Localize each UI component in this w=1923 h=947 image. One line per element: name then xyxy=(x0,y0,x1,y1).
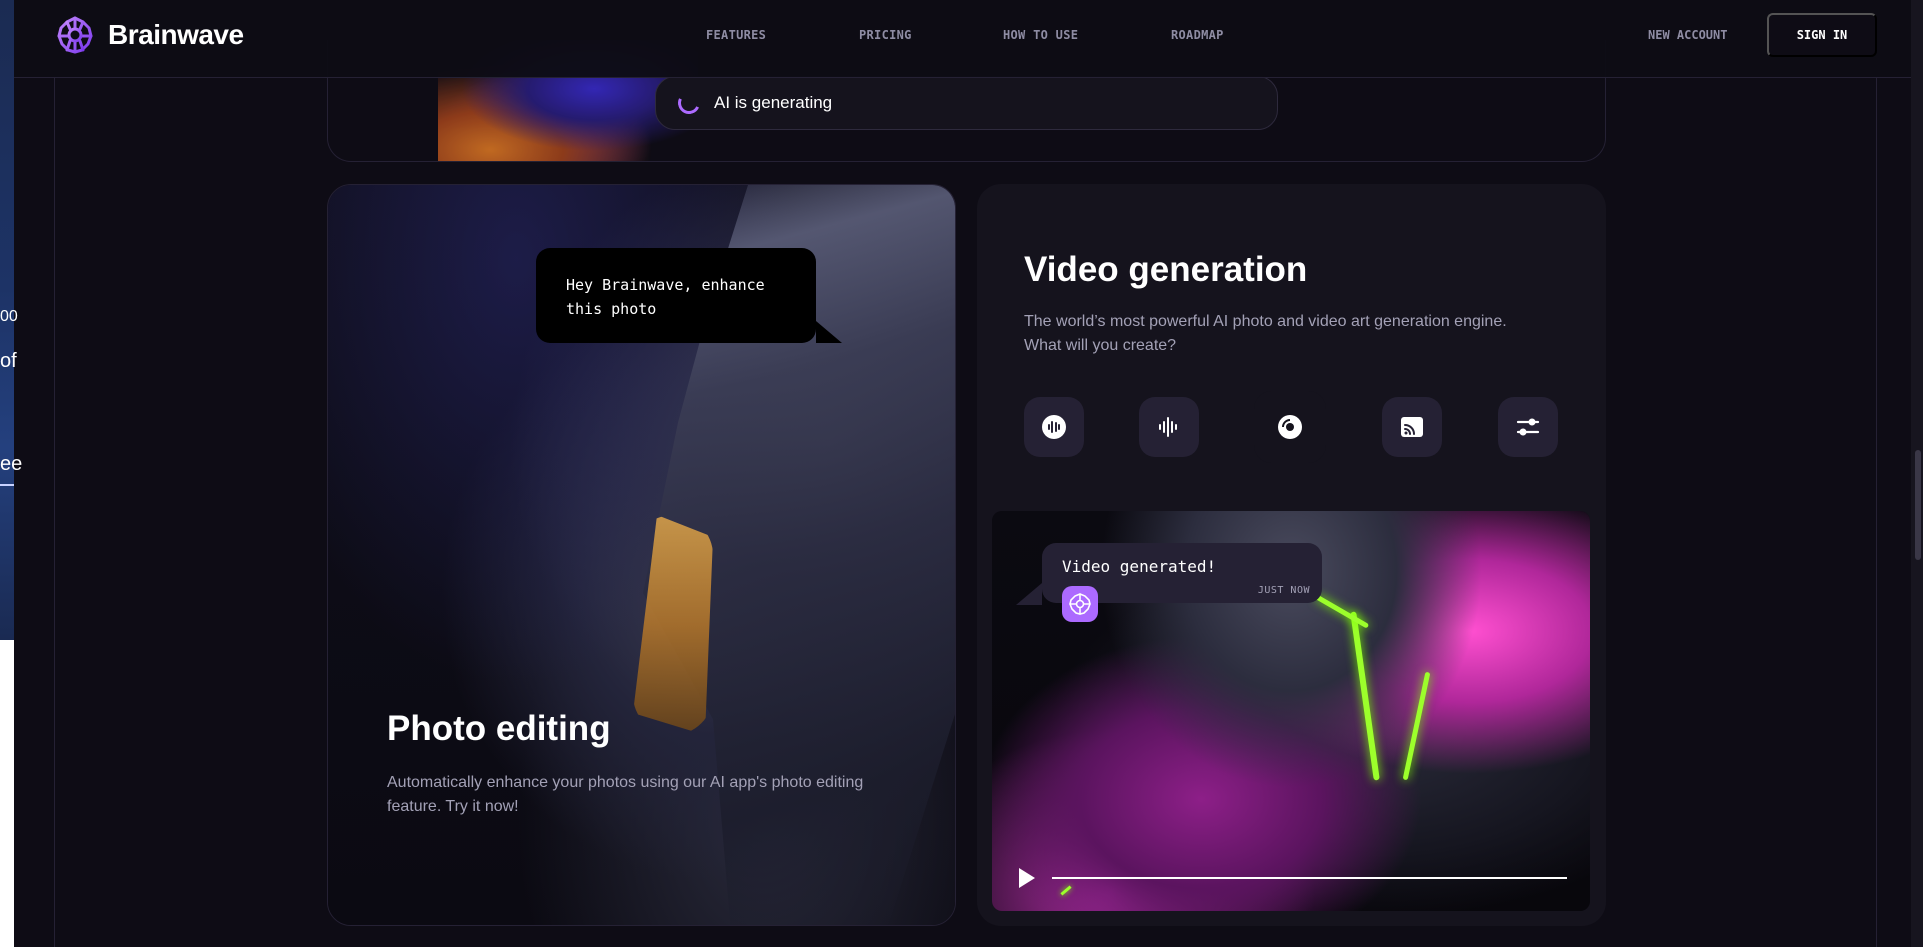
adjacent-window-text-1: 00 xyxy=(0,308,18,325)
tool-soundwave[interactable] xyxy=(1139,397,1199,457)
nav-pricing[interactable]: PRICING xyxy=(859,28,912,42)
nav-features[interactable]: FEATURES xyxy=(706,28,766,42)
video-progress-bar[interactable] xyxy=(1052,877,1567,879)
video-generation-description: The world’s most powerful AI photo and v… xyxy=(1024,313,1507,354)
new-account-link[interactable]: NEW ACCOUNT xyxy=(1648,28,1727,42)
notification-avatar xyxy=(1062,586,1098,622)
prompt-bubble: Hey Brainwave, enhance this photo xyxy=(536,248,842,343)
tool-cast[interactable] xyxy=(1382,397,1442,457)
notification-time: JUST NOW xyxy=(1257,585,1310,596)
page-scrollbar[interactable] xyxy=(1911,0,1923,947)
ai-generating-indicator: AI is generating xyxy=(655,76,1278,130)
play-icon[interactable] xyxy=(1017,866,1037,890)
cast-icon xyxy=(1401,417,1423,437)
page-rail-right xyxy=(1876,78,1877,947)
photo-editing-description: Automatically enhance your photos using … xyxy=(387,774,864,815)
adjacent-window-text-2: of xyxy=(0,350,17,372)
video-generation-card: Video generation The world’s most powerf… xyxy=(977,184,1606,926)
tool-disc[interactable] xyxy=(1252,389,1328,465)
tool-audio-wave[interactable] xyxy=(1024,397,1084,457)
brain-avatar-icon xyxy=(1069,593,1091,615)
video-preview: Video generated! JUST NOW xyxy=(992,511,1590,911)
adjacent-window-divider xyxy=(0,484,14,486)
nav-roadmap[interactable]: ROADMAP xyxy=(1171,28,1224,42)
photo-editing-title: Photo editing xyxy=(387,709,611,748)
main-nav: FEATURES PRICING HOW TO USE ROADMAP xyxy=(14,0,1911,78)
soundwave-icon xyxy=(1159,417,1177,437)
tool-settings-sliders[interactable] xyxy=(1498,397,1558,457)
loading-spinner-icon xyxy=(674,88,704,118)
sign-in-button[interactable]: SIGN IN xyxy=(1767,13,1877,57)
adjacent-window-text-3: ee xyxy=(0,453,23,475)
nav-how-to-use[interactable]: HOW TO USE xyxy=(1003,28,1078,42)
ai-generating-text: AI is generating xyxy=(714,93,833,112)
notification-text: Video generated! xyxy=(1062,557,1217,576)
adjacent-window-strip: 00 of ee xyxy=(0,0,22,947)
page-rail-left xyxy=(54,78,55,947)
photo-editing-card: Hey Brainwave, enhance this photo Photo … xyxy=(327,184,956,926)
video-generation-title: Video generation xyxy=(1024,250,1308,289)
site-header: Brainwave FEATURES PRICING HOW TO USE RO… xyxy=(14,0,1911,78)
settings-sliders-icon xyxy=(1516,418,1540,436)
audio-wave-icon xyxy=(1042,415,1066,439)
disc-icon xyxy=(1278,415,1302,439)
scrollbar-thumb[interactable] xyxy=(1915,450,1921,560)
page: 00 of ee AI is generating Brainwave FEAT… xyxy=(0,0,1923,947)
tool-disc-inner xyxy=(1254,391,1326,463)
